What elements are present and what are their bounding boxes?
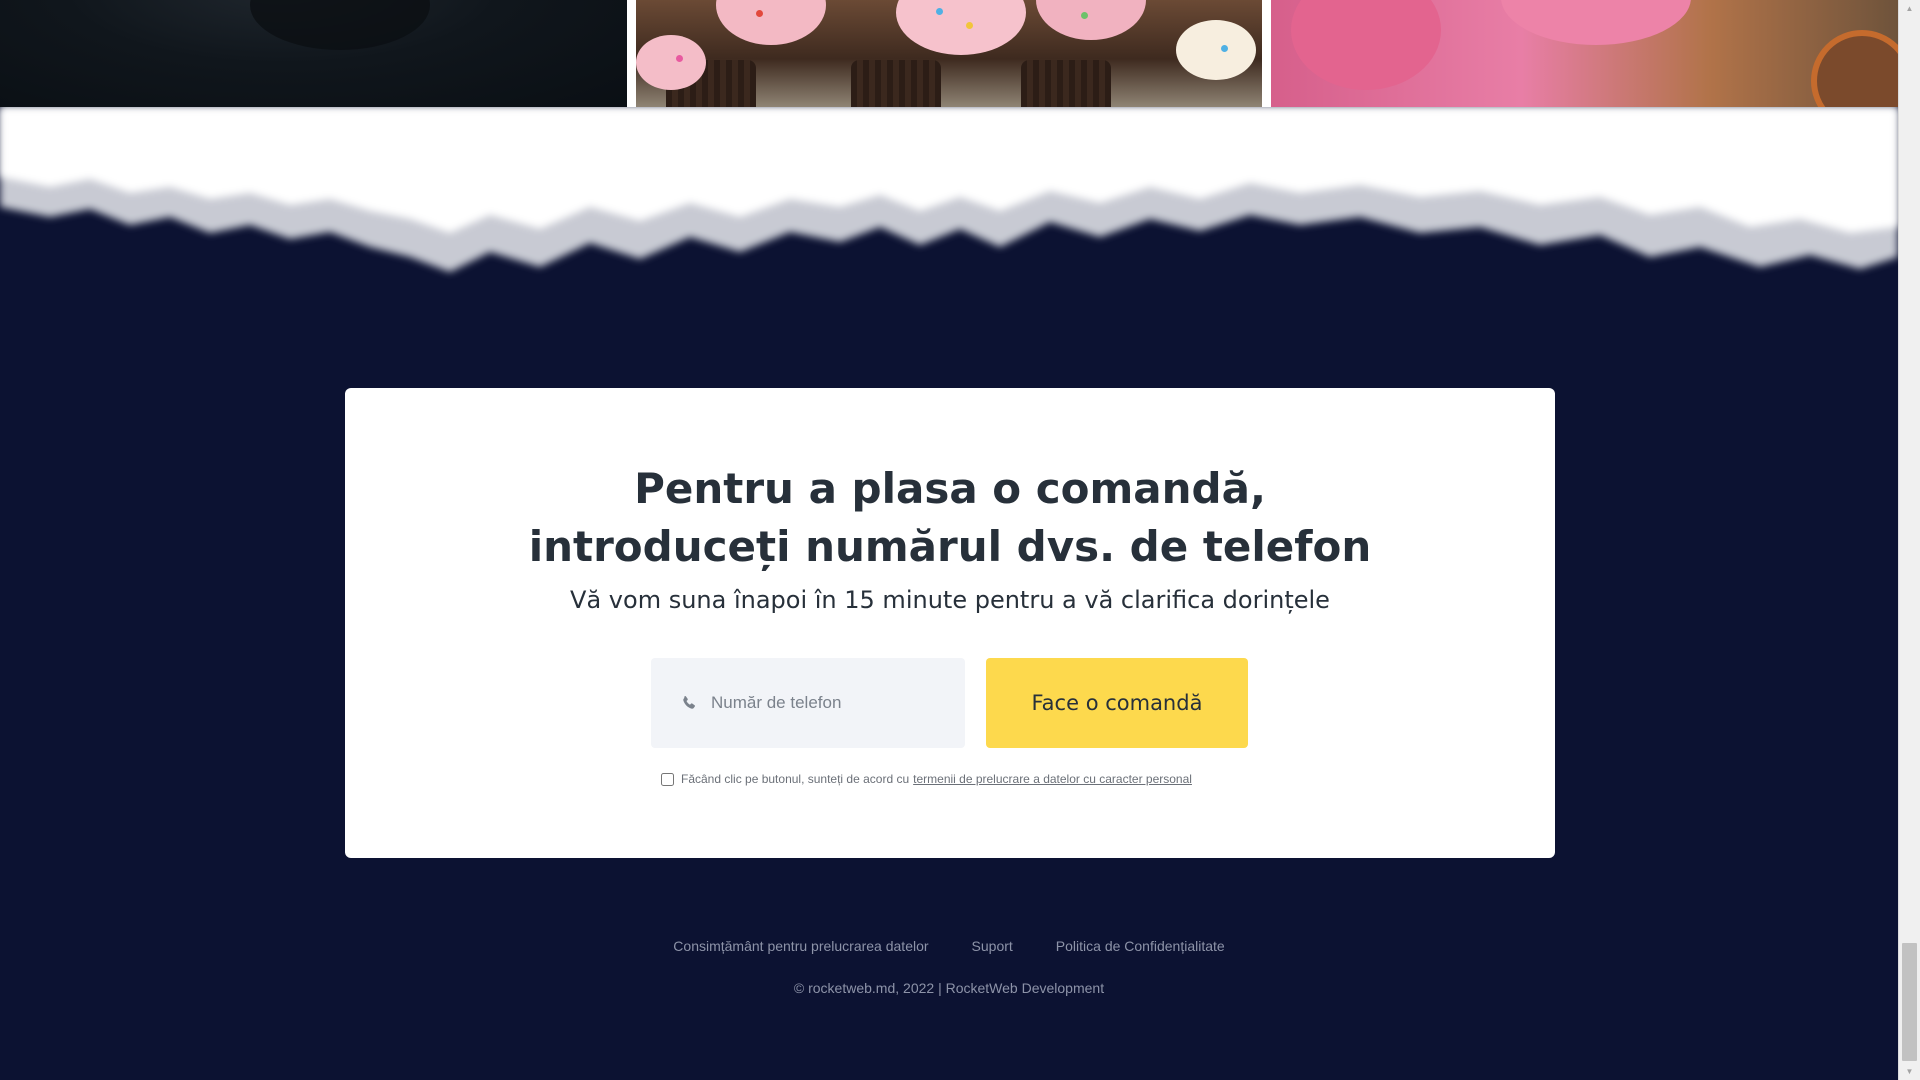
footer-links: Consimțământ pentru prelucrarea datelor … [0,938,1898,954]
consent-checkbox[interactable] [661,772,674,786]
gallery-image-chocolate-cupcakes[interactable] [635,0,1263,107]
order-form-title-line2: introduceți numărul dvs. de telefon [528,522,1372,571]
order-form-subtitle: Vă vom suna înapoi în 15 minute pentru a… [570,586,1330,614]
data-processing-terms-link[interactable]: termenii de prelucrare a datelor cu cara… [913,772,1192,786]
consent-row: Făcând clic pe butonul, sunteți de acord… [661,772,1192,786]
footer-link-support[interactable]: Suport [972,938,1013,954]
gallery-image-dark-dessert[interactable] [0,0,627,107]
order-form-title: Pentru a plasa o comandă, introduceți nu… [345,460,1555,576]
footer-copyright: © rocketweb.md, 2022 | RocketWeb Develop… [793,980,1105,996]
scroll-up-arrow-icon[interactable]: ▲ [1899,0,1920,17]
phone-icon [683,696,695,709]
photo-gallery [0,0,1899,107]
scroll-down-arrow-icon[interactable]: ▼ [1899,1063,1920,1080]
phone-input[interactable] [709,692,943,714]
scrollbar-thumb[interactable] [1902,943,1917,1061]
place-order-button[interactable]: Face o comandă [986,658,1248,748]
phone-field[interactable] [651,658,965,748]
torn-paper-divider [0,107,1898,322]
footer-link-data-consent[interactable]: Consimțământ pentru prelucrarea datelor [673,938,928,954]
footer-link-privacy-policy[interactable]: Politica de Confidențialitate [1056,938,1225,954]
order-form-title-line1: Pentru a plasa o comandă, [634,464,1266,513]
order-form-card: Pentru a plasa o comandă, introduceți nu… [345,388,1555,858]
gallery-image-pink-cupcakes[interactable] [1271,0,1899,107]
consent-text: Făcând clic pe butonul, sunteți de acord… [681,772,910,786]
page-scrollbar[interactable]: ▲ ▼ [1898,0,1920,1080]
